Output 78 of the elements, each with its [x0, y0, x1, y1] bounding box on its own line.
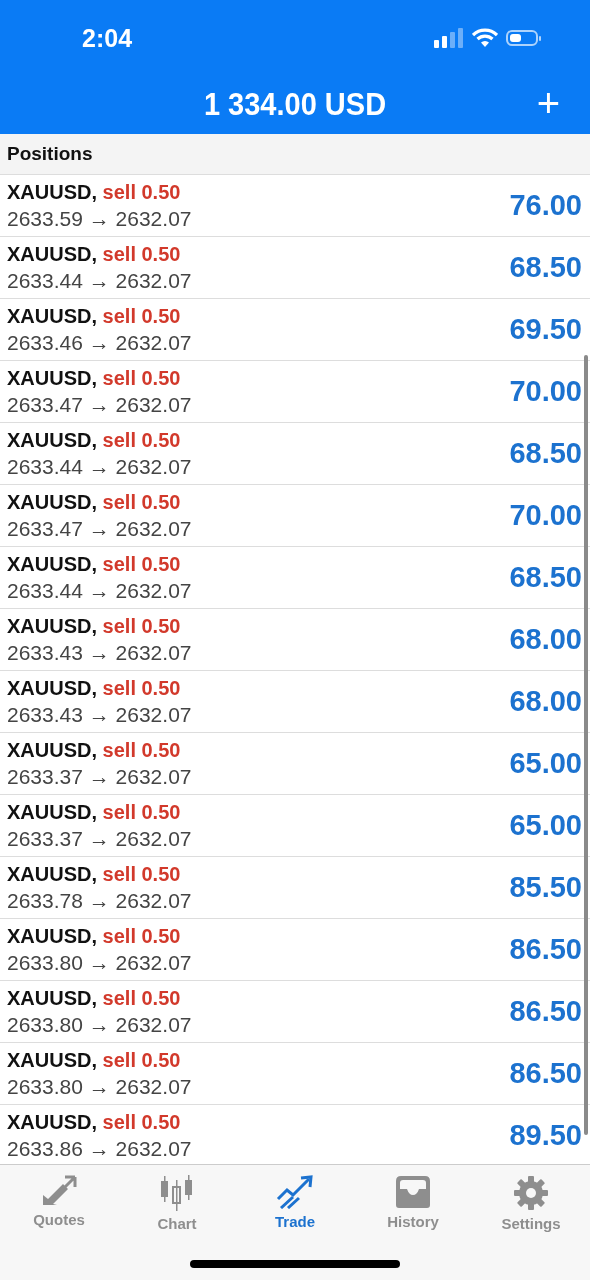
position-prices: 2633.37 → 2632.07 [7, 764, 192, 789]
position-symbol: XAUUSD, [7, 428, 97, 451]
position-prices: 2633.43 → 2632.07 [7, 702, 192, 727]
position-profit: 70.00 [509, 375, 582, 408]
status-time: 2:04 [82, 23, 133, 53]
position-symbol: XAUUSD, [7, 304, 97, 327]
position-profit: 85.50 [509, 871, 582, 904]
position-profit: 76.00 [509, 189, 582, 222]
position-symbol: XAUUSD, [7, 552, 97, 575]
position-row[interactable]: XAUUSD, sell 0.50 2633.59 → 2632.07 76.00 [0, 175, 590, 237]
add-button[interactable]: + [532, 82, 564, 124]
position-profit: 65.00 [509, 809, 582, 842]
position-symbol: XAUUSD, [7, 1048, 97, 1071]
position-order: sell 0.50 [102, 1110, 181, 1133]
position-profit: 68.00 [509, 623, 582, 656]
position-profit: 69.50 [509, 313, 582, 346]
position-prices: 2633.80 → 2632.07 [7, 1074, 192, 1099]
position-order: sell 0.50 [102, 862, 181, 885]
position-order: sell 0.50 [102, 304, 181, 327]
position-symbol: XAUUSD, [7, 614, 97, 637]
account-balance: 1 334.00 USD [203, 87, 387, 123]
position-profit: 86.50 [509, 1057, 582, 1090]
position-order: sell 0.50 [102, 428, 181, 451]
position-symbol: XAUUSD, [7, 676, 97, 699]
position-order: sell 0.50 [102, 738, 181, 761]
position-prices: 2633.80 → 2632.07 [7, 1012, 192, 1037]
position-symbol: XAUUSD, [7, 800, 97, 823]
position-profit: 86.50 [509, 995, 582, 1028]
position-prices: 2633.59 → 2632.07 [7, 206, 192, 231]
position-symbol: XAUUSD, [7, 490, 97, 513]
position-symbol: XAUUSD, [7, 242, 97, 265]
position-symbol: XAUUSD, [7, 738, 97, 761]
position-symbol: XAUUSD, [7, 924, 97, 947]
position-prices: 2633.78 → 2632.07 [7, 888, 192, 913]
position-profit: 68.50 [509, 251, 582, 284]
position-profit: 70.00 [509, 499, 582, 532]
position-profit: 89.50 [509, 1119, 582, 1152]
position-symbol: XAUUSD, [7, 366, 97, 389]
position-order: sell 0.50 [102, 800, 181, 823]
position-row[interactable]: XAUUSD, sell 0.50 2633.46 → 2632.07 69.50 [0, 299, 590, 361]
position-profit: 86.50 [509, 933, 582, 966]
position-order: sell 0.50 [102, 552, 181, 575]
position-order: sell 0.50 [102, 366, 181, 389]
position-prices: 2633.47 → 2632.07 [7, 392, 192, 417]
position-symbol: XAUUSD, [7, 986, 97, 1009]
section-title: Positions [7, 143, 93, 165]
position-prices: 2633.47 → 2632.07 [7, 516, 192, 541]
position-prices: 2633.43 → 2632.07 [7, 640, 192, 665]
position-profit: 68.50 [509, 437, 582, 470]
settings-icon [513, 1175, 549, 1211]
position-prices: 2633.37 → 2632.07 [7, 826, 192, 851]
trend-arrow-icon [275, 1175, 315, 1209]
position-order: sell 0.50 [102, 1048, 181, 1071]
signal-icon [434, 28, 464, 48]
tab-button[interactable]: Trade [236, 1165, 354, 1245]
position-profit: 68.00 [509, 685, 582, 718]
position-profit: 68.50 [509, 561, 582, 594]
position-symbol: XAUUSD, [7, 1110, 97, 1133]
position-profit: 65.00 [509, 747, 582, 780]
position-prices: 2633.46 → 2632.07 [7, 330, 192, 355]
inbox-tray-icon [395, 1175, 431, 1209]
position-order: sell 0.50 [102, 676, 181, 699]
position-prices: 2633.44 → 2632.07 [7, 268, 192, 293]
position-prices: 2633.80 → 2632.07 [7, 950, 192, 975]
position-order: sell 0.50 [102, 180, 181, 203]
position-row[interactable]: XAUUSD, sell 0.50 2633.44 → 2632.07 68.50 [0, 237, 590, 299]
position-prices: 2633.44 → 2632.07 [7, 454, 192, 479]
battery-icon [506, 30, 538, 46]
position-order: sell 0.50 [102, 242, 181, 265]
position-symbol: XAUUSD, [7, 180, 97, 203]
position-order: sell 0.50 [102, 614, 181, 637]
position-prices: 2633.44 → 2632.07 [7, 578, 192, 603]
position-order: sell 0.50 [102, 490, 181, 513]
wifi-icon [472, 28, 498, 48]
position-order: sell 0.50 [102, 986, 181, 1009]
position-prices: 2633.86 → 2632.07 [7, 1136, 192, 1161]
position-order: sell 0.50 [102, 924, 181, 947]
position-symbol: XAUUSD, [7, 862, 97, 885]
